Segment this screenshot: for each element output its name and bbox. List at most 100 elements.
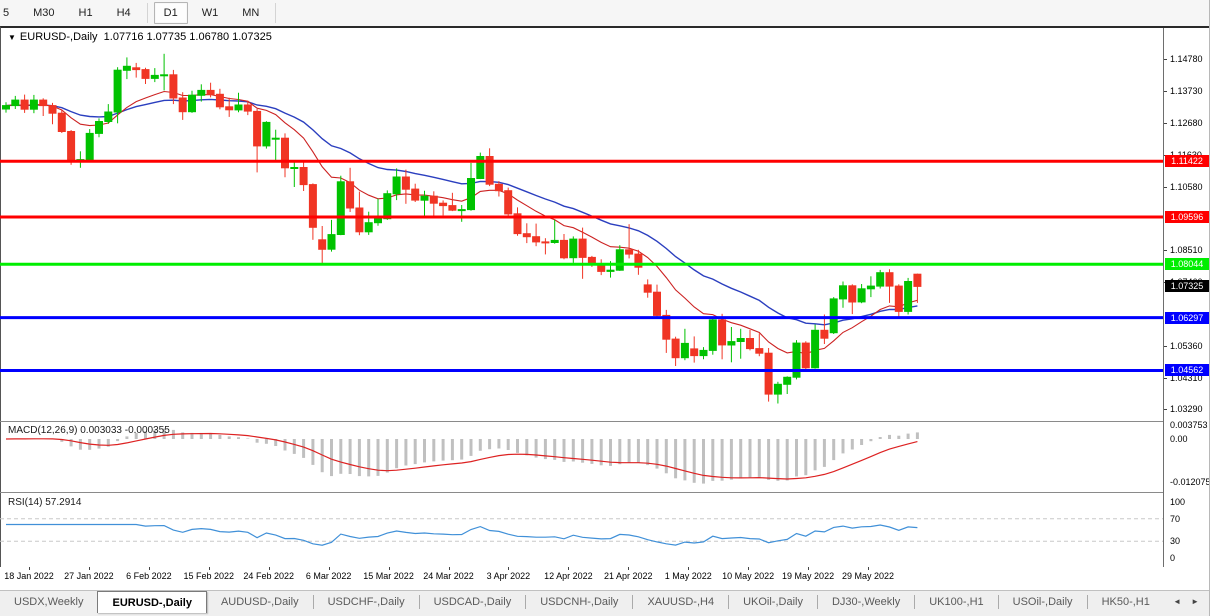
chart-tab-dj30[interactable]: DJ30-,Weekly xyxy=(818,591,914,612)
candle-body xyxy=(607,270,614,271)
candle-body xyxy=(198,90,205,95)
candle-body xyxy=(700,350,707,355)
price-tick-label: 1.08510 xyxy=(1170,245,1203,255)
axis-tick xyxy=(1164,378,1167,379)
date-axis[interactable]: 18 Jan 202227 Jan 20226 Feb 202215 Feb 2… xyxy=(0,567,1163,588)
candle-body xyxy=(709,320,716,351)
candle-body xyxy=(254,111,261,145)
date-tick xyxy=(209,567,210,570)
price-axis[interactable]: 1.147801.137301.126801.116301.105801.085… xyxy=(1163,28,1210,567)
timeframe-button-d1[interactable]: D1 xyxy=(154,2,188,24)
date-label: 24 Feb 2022 xyxy=(243,571,294,581)
timeframe-button-m30[interactable]: M30 xyxy=(23,2,64,24)
candle-body xyxy=(365,223,372,232)
tab-scroll-right-icon[interactable]: ► xyxy=(1186,597,1204,606)
chart-tab-usdchf[interactable]: USDCHF-,Daily xyxy=(314,591,419,612)
timeframe-button-5[interactable]: 5 xyxy=(0,2,19,24)
chart-tab-uk100[interactable]: UK100-,H1 xyxy=(915,591,997,612)
timeframe-button-h4[interactable]: H4 xyxy=(107,2,141,24)
chart-tab-xauusd[interactable]: XAUUSD-,H4 xyxy=(633,591,728,612)
price-tick-label: 1.03290 xyxy=(1170,404,1203,414)
date-label: 21 Apr 2022 xyxy=(604,571,653,581)
date-label: 15 Feb 2022 xyxy=(184,571,235,581)
symbol-dropdown-icon[interactable]: ▼ xyxy=(8,33,16,42)
date-label: 3 Apr 2022 xyxy=(487,571,531,581)
chart-tab-usdcad[interactable]: USDCAD-,Daily xyxy=(420,591,526,612)
candle-body xyxy=(802,343,809,368)
macd-label: MACD(12,26,9) 0.003033 -0.000355 xyxy=(8,425,170,436)
chart-tab-usdcnh[interactable]: USDCNH-,Daily xyxy=(526,591,632,612)
date-tick xyxy=(269,567,270,570)
macd-axis-label: -0.012075 xyxy=(1170,477,1210,487)
candle-body xyxy=(579,239,586,257)
line-price-label: 1.11422 xyxy=(1165,155,1209,167)
chart-tab-eurusd[interactable]: EURUSD-,Daily xyxy=(97,591,206,613)
candle-body xyxy=(793,343,800,377)
chart-title: ▼EURUSD-,Daily 1.07716 1.07735 1.06780 1… xyxy=(8,31,272,43)
chart-tab-ukoil[interactable]: UKOil-,Daily xyxy=(729,591,817,612)
bid-price-label: 1.07325 xyxy=(1165,280,1209,292)
macd-indicator-panel[interactable] xyxy=(0,422,1163,491)
price-tick-label: 1.14780 xyxy=(1170,54,1203,64)
price-tick-label: 1.13730 xyxy=(1170,86,1203,96)
candle-body xyxy=(226,107,233,110)
timeframe-button-mn[interactable]: MN xyxy=(232,2,269,24)
chart-tab-usoil[interactable]: USOil-,Daily xyxy=(999,591,1087,612)
chart-tab-hk50[interactable]: HK50-,H1 xyxy=(1088,591,1164,612)
candle-body xyxy=(347,182,354,208)
candle-body xyxy=(505,191,512,214)
rsi-axis-label: 70 xyxy=(1170,514,1180,524)
candle-body xyxy=(812,330,819,368)
candle-body xyxy=(151,75,158,78)
candle-body xyxy=(40,100,47,106)
candle-body xyxy=(840,286,847,299)
candle-body xyxy=(719,320,726,345)
candle-body xyxy=(468,179,475,210)
candle-body xyxy=(458,210,465,211)
date-tick xyxy=(449,567,450,570)
date-label: 27 Jan 2022 xyxy=(64,571,114,581)
candle-body xyxy=(858,289,865,302)
candle-body xyxy=(337,182,344,235)
date-tick xyxy=(389,567,390,570)
date-tick xyxy=(149,567,150,570)
candle-body xyxy=(384,194,391,219)
chart-tab-audusd[interactable]: AUDUSD-,Daily xyxy=(207,591,313,612)
candle-body xyxy=(114,70,121,112)
candle-body xyxy=(886,273,893,286)
mt4-window: 5M30H1H4 D1W1MN ▼EURUSD-,Daily 1.07716 1.… xyxy=(0,0,1210,616)
candle-body xyxy=(914,274,921,286)
timeframe-button-w1[interactable]: W1 xyxy=(192,2,229,24)
main-price-chart[interactable] xyxy=(0,28,1163,421)
candle-body xyxy=(895,286,902,311)
date-tick xyxy=(329,567,330,570)
tab-scroll-left-icon[interactable]: ◄ xyxy=(1168,597,1186,606)
candle-body xyxy=(412,189,419,200)
chart-tab-usdx[interactable]: USDX,Weekly xyxy=(0,591,97,612)
date-tick xyxy=(628,567,629,570)
tab-scroll-controls: ◄► xyxy=(1168,591,1210,611)
candle-body xyxy=(189,95,196,112)
timeframe-button-h1[interactable]: H1 xyxy=(69,2,103,24)
rsi-axis-label: 0 xyxy=(1170,553,1175,563)
candle-body xyxy=(207,90,214,94)
candle-body xyxy=(747,339,754,349)
date-tick xyxy=(748,567,749,570)
candle-body xyxy=(244,105,251,111)
date-tick xyxy=(868,567,869,570)
candle-body xyxy=(681,343,688,357)
candle-body xyxy=(644,285,651,292)
line-price-label: 1.06297 xyxy=(1165,312,1209,324)
toolbar-separator xyxy=(147,3,148,23)
rsi-axis-label: 100 xyxy=(1170,497,1185,507)
candle-body xyxy=(728,342,735,345)
rsi-indicator-panel[interactable] xyxy=(0,493,1163,567)
candle-body xyxy=(691,349,698,356)
candle-body xyxy=(58,113,65,131)
candle-body xyxy=(402,177,409,189)
date-tick xyxy=(508,567,509,570)
macd-axis-label: 0.003753 xyxy=(1170,420,1208,430)
date-tick xyxy=(29,567,30,570)
candle-body xyxy=(440,203,447,205)
rsi-line xyxy=(6,525,917,546)
